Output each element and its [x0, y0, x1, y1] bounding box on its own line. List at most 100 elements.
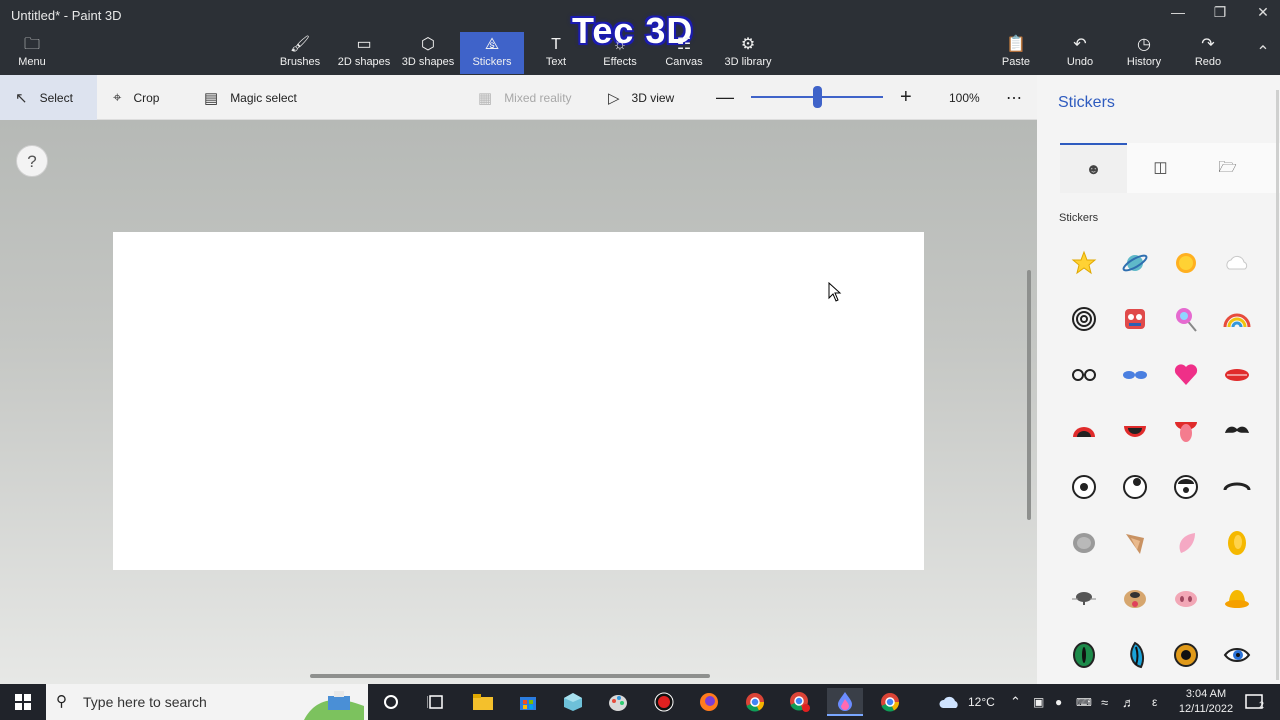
- collapse-ribbon-button[interactable]: ⌃: [1248, 42, 1278, 66]
- folder-icon: 🗀: [23, 36, 40, 53]
- maximize-button[interactable]: ❐: [1205, 4, 1235, 28]
- tray-recorder-icon[interactable]: ●: [1055, 684, 1062, 720]
- firefox-icon[interactable]: [691, 688, 727, 716]
- tab-3d-library[interactable]: ⚙ 3D library: [716, 32, 780, 74]
- nose-duck-sticker[interactable]: [1220, 582, 1254, 616]
- glasses-sticker[interactable]: [1067, 358, 1101, 392]
- select-tool[interactable]: ↖ Select: [0, 75, 97, 120]
- zoom-in-button[interactable]: +: [900, 75, 912, 120]
- chrome-profile-icon[interactable]: [782, 688, 818, 716]
- eye-lash-sticker[interactable]: [1220, 638, 1254, 672]
- chrome-icon[interactable]: [737, 688, 773, 716]
- notification-center-button[interactable]: 2: [1244, 684, 1266, 720]
- crop-tool[interactable]: ⌖ Crop: [113, 75, 159, 120]
- tab-label: 3D shapes: [401, 56, 455, 68]
- paint-3d-icon[interactable]: [827, 688, 863, 716]
- ear-brown-sticker[interactable]: [1118, 526, 1152, 560]
- eyebrow-sticker[interactable]: [1220, 470, 1254, 504]
- drawing-canvas[interactable]: [113, 232, 924, 570]
- tab-3d-shapes[interactable]: ⬡ 3D shapes: [396, 32, 460, 74]
- vertical-scrollbar[interactable]: [1027, 270, 1031, 520]
- cloud-sticker[interactable]: [1220, 246, 1254, 280]
- zoom-slider-thumb[interactable]: [812, 86, 822, 108]
- eye-sticker[interactable]: [1067, 470, 1101, 504]
- task-view-icon[interactable]: [418, 688, 454, 716]
- menu-button[interactable]: 🗀 Menu: [2, 32, 62, 74]
- show-hidden-icons[interactable]: ⌃: [1010, 684, 1021, 720]
- rainbow-sticker[interactable]: [1220, 302, 1254, 336]
- mustache-sticker[interactable]: [1220, 414, 1254, 448]
- sunglasses-sticker[interactable]: [1118, 358, 1152, 392]
- paste-button[interactable]: 📋 Paste: [984, 32, 1048, 74]
- panel-scrollbar[interactable]: [1276, 90, 1279, 680]
- app-cube-icon[interactable]: [555, 688, 591, 716]
- magic-select-tool[interactable]: ▤ Magic select: [204, 75, 297, 120]
- tab-brushes[interactable]: 🖌 Brushes: [268, 32, 332, 74]
- cursor-icon: ↖: [15, 89, 28, 107]
- tray-app-icon[interactable]: ▣: [1033, 684, 1044, 720]
- 3d-view-button[interactable]: ▷ 3D view: [608, 75, 674, 120]
- more-options-button[interactable]: ⋯: [1006, 75, 1022, 120]
- minimize-button[interactable]: —: [1163, 4, 1193, 28]
- help-button[interactable]: ?: [16, 145, 48, 177]
- eye-orange-sticker[interactable]: [1169, 638, 1203, 672]
- tray-keyboard-icon[interactable]: ⌨: [1076, 684, 1092, 720]
- nose-bear-sticker[interactable]: [1067, 582, 1101, 616]
- face-sticker[interactable]: [1118, 302, 1152, 336]
- lollipop-sticker[interactable]: [1169, 302, 1203, 336]
- magic-select-label: Magic select: [230, 90, 297, 105]
- spiral-sticker[interactable]: [1067, 302, 1101, 336]
- zoom-out-button[interactable]: —: [716, 75, 734, 120]
- section-label: Stickers: [1059, 212, 1099, 224]
- mixed-reality-button[interactable]: ▦ Mixed reality: [478, 75, 572, 120]
- ear-gray-sticker[interactable]: [1067, 526, 1101, 560]
- file-explorer-icon[interactable]: [465, 688, 501, 716]
- tab-text[interactable]: T Text: [524, 32, 588, 74]
- stickers-tab-icon[interactable]: ☻: [1060, 143, 1127, 193]
- nose-dog-sticker[interactable]: [1118, 582, 1152, 616]
- microsoft-store-icon[interactable]: [510, 688, 546, 716]
- lips-sticker[interactable]: [1220, 358, 1254, 392]
- screen-recorder-icon[interactable]: [646, 688, 682, 716]
- paste-label: Paste: [1001, 56, 1031, 68]
- eye-up-sticker[interactable]: [1118, 470, 1152, 504]
- volume-icon[interactable]: ♬: [1122, 684, 1135, 720]
- tongue-sticker[interactable]: [1169, 414, 1203, 448]
- start-button[interactable]: [0, 684, 46, 720]
- taskbar-search-box[interactable]: ⚲ Type here to search: [46, 684, 368, 720]
- eye-worried-sticker[interactable]: [1169, 470, 1203, 504]
- horizontal-scrollbar[interactable]: [310, 674, 710, 678]
- textures-tab-icon[interactable]: ◫: [1127, 143, 1194, 193]
- mouth-smile-sticker[interactable]: [1118, 414, 1152, 448]
- history-button[interactable]: ◷ History: [1112, 32, 1176, 74]
- nose-pig-sticker[interactable]: [1169, 582, 1203, 616]
- weather-widget[interactable]: 12°C: [938, 684, 995, 720]
- tab-effects[interactable]: ☼ Effects: [588, 32, 652, 74]
- tab-canvas[interactable]: ☷ Canvas: [652, 32, 716, 74]
- tab-stickers[interactable]: ⧌ Stickers: [460, 32, 524, 74]
- star-sticker[interactable]: [1067, 246, 1101, 280]
- input-language-icon[interactable]: ε: [1152, 684, 1157, 720]
- search-icon: ⚲: [56, 693, 67, 710]
- eye-cat-sticker[interactable]: [1118, 638, 1152, 672]
- redo-button[interactable]: ↷ Redo: [1176, 32, 1240, 74]
- taskbar-clock[interactable]: 3:04 AM 12/11/2022: [1176, 687, 1236, 717]
- eye-green-sticker[interactable]: [1067, 638, 1101, 672]
- close-button[interactable]: ✕: [1248, 4, 1278, 28]
- crop-label: Crop: [133, 90, 160, 105]
- mouth-open-sticker[interactable]: [1067, 414, 1101, 448]
- tab-2d-shapes[interactable]: ▭ 2D shapes: [332, 32, 396, 74]
- undo-button[interactable]: ↶ Undo: [1048, 32, 1112, 74]
- paint-palette-icon[interactable]: [600, 688, 636, 716]
- wifi-icon[interactable]: ≈: [1101, 684, 1108, 720]
- ear-pink-sticker[interactable]: [1169, 526, 1203, 560]
- heart-sticker[interactable]: [1169, 358, 1203, 392]
- cortana-icon[interactable]: [373, 688, 409, 716]
- sun-sticker[interactable]: [1169, 246, 1203, 280]
- chrome-window-icon[interactable]: [872, 688, 908, 716]
- ear-yellow-sticker[interactable]: [1220, 526, 1254, 560]
- zoom-percent[interactable]: 100%: [949, 75, 980, 120]
- cloud-icon: [939, 696, 958, 708]
- planet-sticker[interactable]: [1118, 246, 1152, 280]
- custom-sticker-icon[interactable]: 🗁: [1194, 143, 1261, 193]
